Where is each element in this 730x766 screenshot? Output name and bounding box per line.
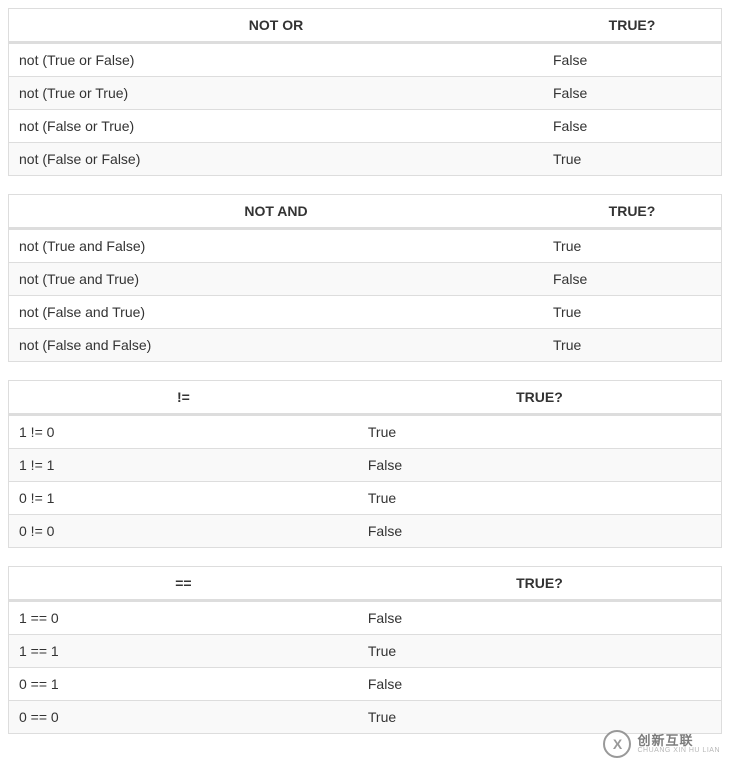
table-row: 1 == 1True [9, 634, 721, 667]
cell-result: True [543, 328, 721, 361]
truth-table-not-and: NOT AND TRUE? not (True and False)True n… [8, 194, 722, 362]
table-row: 1 != 1False [9, 448, 721, 481]
table-header-row: == TRUE? [9, 567, 721, 601]
cell-expression: not (True or False) [9, 43, 543, 76]
table-row: not (False and True)True [9, 295, 721, 328]
table-header-row: NOT OR TRUE? [9, 9, 721, 43]
table-row: 0 == 1False [9, 667, 721, 700]
cell-result: True [358, 481, 721, 514]
cell-result: False [358, 448, 721, 481]
cell-result: True [543, 229, 721, 262]
cell-expression: not (False and True) [9, 295, 543, 328]
cell-result: True [358, 415, 721, 448]
watermark-cn: 创新互联 [637, 734, 720, 747]
cell-expression: 1 != 0 [9, 415, 358, 448]
cell-result: False [543, 109, 721, 142]
cell-result: False [358, 667, 721, 700]
header-expression: NOT OR [9, 9, 543, 43]
truth-table-not-or: NOT OR TRUE? not (True or False)False no… [8, 8, 722, 176]
table-row: 1 == 0False [9, 601, 721, 634]
cell-expression: not (False or True) [9, 109, 543, 142]
cell-expression: 1 == 1 [9, 634, 358, 667]
table-row: 0 == 0True [9, 700, 721, 733]
cell-expression: 0 != 0 [9, 514, 358, 547]
table-row: 0 != 1True [9, 481, 721, 514]
truth-table-eq: == TRUE? 1 == 0False 1 == 1True 0 == 1Fa… [8, 566, 722, 734]
table-row: not (True and False)True [9, 229, 721, 262]
cell-expression: not (True and False) [9, 229, 543, 262]
cell-result: True [543, 142, 721, 175]
table-row: not (False or False)True [9, 142, 721, 175]
table-row: not (False and False)True [9, 328, 721, 361]
table-row: 1 != 0True [9, 415, 721, 448]
cell-expression: 0 == 0 [9, 700, 358, 733]
cell-result: True [358, 700, 721, 733]
table-header-row: != TRUE? [9, 381, 721, 415]
cell-result: False [543, 76, 721, 109]
cell-expression: not (False or False) [9, 142, 543, 175]
header-expression: NOT AND [9, 195, 543, 229]
cell-result: False [358, 601, 721, 634]
watermark-text: 创新互联 CHUANG XIN HU LIAN [637, 734, 720, 754]
table-row: not (False or True)False [9, 109, 721, 142]
table-row: 0 != 0False [9, 514, 721, 547]
cell-expression: not (True and True) [9, 262, 543, 295]
header-result: TRUE? [358, 567, 721, 601]
cell-expression: not (True or True) [9, 76, 543, 109]
cell-result: True [358, 634, 721, 667]
header-result: TRUE? [358, 381, 721, 415]
cell-result: True [543, 295, 721, 328]
cell-expression: 0 == 1 [9, 667, 358, 700]
cell-expression: 1 != 1 [9, 448, 358, 481]
table-row: not (True or False)False [9, 43, 721, 76]
watermark-symbol: X [613, 736, 622, 752]
cell-expression: 0 != 1 [9, 481, 358, 514]
watermark-logo-icon: X [603, 730, 631, 758]
table-row: not (True or True)False [9, 76, 721, 109]
cell-result: False [358, 514, 721, 547]
header-expression: == [9, 567, 358, 601]
cell-expression: not (False and False) [9, 328, 543, 361]
cell-result: False [543, 262, 721, 295]
watermark-py: CHUANG XIN HU LIAN [637, 747, 720, 754]
header-expression: != [9, 381, 358, 415]
watermark: X 创新互联 CHUANG XIN HU LIAN [603, 730, 720, 758]
header-result: TRUE? [543, 9, 721, 43]
table-header-row: NOT AND TRUE? [9, 195, 721, 229]
cell-result: False [543, 43, 721, 76]
cell-expression: 1 == 0 [9, 601, 358, 634]
header-result: TRUE? [543, 195, 721, 229]
truth-table-neq: != TRUE? 1 != 0True 1 != 1False 0 != 1Tr… [8, 380, 722, 548]
table-row: not (True and True)False [9, 262, 721, 295]
